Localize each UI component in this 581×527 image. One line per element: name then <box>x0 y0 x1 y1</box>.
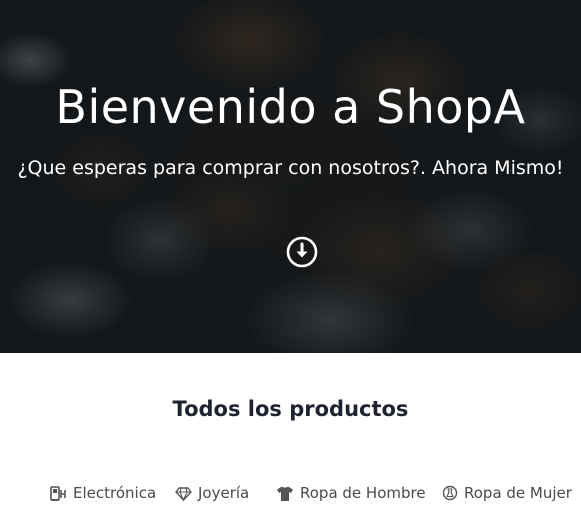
category-filter-bar: Electrónica Joyería Ropa de Hombre Ropa … <box>0 480 581 506</box>
dress-icon <box>442 485 458 501</box>
hero-title: Bienvenido a ShopA <box>55 80 526 134</box>
category-label: Joyería <box>198 484 250 502</box>
category-electronics[interactable]: Electrónica <box>50 480 156 506</box>
category-label: Ropa de Mujer <box>464 484 572 502</box>
hero-banner: Bienvenido a ShopA ¿Que esperas para com… <box>0 0 581 353</box>
category-label: Ropa de Hombre <box>300 484 426 502</box>
category-label: Electrónica <box>73 484 157 502</box>
scroll-down-button[interactable] <box>286 236 318 268</box>
hero-subtitle: ¿Que esperas para comprar con nosotros?.… <box>17 157 564 179</box>
arrow-circle-down-icon <box>286 236 318 268</box>
tshirt-icon <box>277 486 293 501</box>
category-mens-clothing[interactable]: Ropa de Hombre <box>276 480 426 506</box>
products-section-title: Todos los productos <box>172 397 409 421</box>
category-womens-clothing[interactable]: Ropa de Mujer <box>442 480 572 506</box>
diamond-icon <box>175 486 192 501</box>
hero-content: Bienvenido a ShopA ¿Que esperas para com… <box>0 0 581 353</box>
electronics-icon <box>50 485 66 501</box>
category-jewelry[interactable]: Joyería <box>175 480 249 506</box>
